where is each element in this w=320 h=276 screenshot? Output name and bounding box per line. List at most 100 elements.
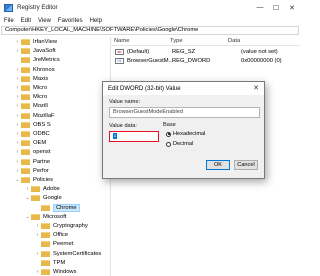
cancel-button[interactable]: Cancel	[234, 160, 258, 170]
folder-icon	[21, 94, 30, 101]
tree-item-label: Adobe	[43, 186, 60, 193]
radio-decimal[interactable]: Decimal	[166, 141, 193, 147]
value-data: 0x00000000 (0)	[241, 57, 282, 64]
tree-item-label: TPM	[53, 259, 66, 266]
chevron-down-icon[interactable]: ⌄	[15, 177, 20, 183]
folder-icon	[21, 177, 30, 183]
chevron-right-icon[interactable]: ›	[15, 122, 20, 128]
ok-button[interactable]: OK	[206, 160, 230, 170]
dialog-close-button[interactable]: ✕	[253, 84, 259, 92]
value-name-field[interactable]: BrowserGuestModeEnabled	[109, 107, 260, 118]
folder-icon	[21, 149, 30, 156]
edit-dword-dialog: Edit DWORD (32-bit) Value ✕ Value name: …	[102, 81, 265, 179]
chevron-right-icon[interactable]: ›	[25, 186, 30, 192]
tree-item-label: SystemCertificates	[53, 250, 102, 257]
tree-item-label: MozillaF	[33, 112, 55, 119]
value-data-field[interactable]: 1	[109, 131, 159, 142]
tree-item-label: Windows	[53, 269, 77, 275]
folder-icon	[41, 250, 50, 257]
chevron-right-icon[interactable]: ›	[15, 140, 20, 146]
column-header-type[interactable]: Type	[167, 37, 225, 45]
tree-item[interactable]: › Windows	[35, 267, 77, 276]
value-name: (Default)	[127, 48, 150, 55]
tree-item-label: Partne	[33, 158, 51, 165]
folder-icon	[21, 85, 30, 91]
folder-icon	[31, 195, 40, 202]
radio-hexadecimal[interactable]: Hexadecimal	[166, 131, 205, 137]
minimize-button[interactable]: —	[252, 0, 268, 15]
window-controls: — ☐ ✕	[252, 0, 300, 15]
radio-selected-icon	[166, 131, 171, 137]
tree-item-label: Cryptography	[53, 223, 88, 229]
chevron-down-icon[interactable]: ⌄	[25, 214, 30, 220]
list-row[interactable]: ab (Default) REG_SZ (value not set)	[111, 47, 278, 56]
chevron-right-icon[interactable]: ›	[15, 39, 20, 45]
chevron-right-icon[interactable]: ›	[15, 159, 20, 165]
folder-icon	[21, 66, 30, 73]
radio-decimal-label: Decimal	[173, 141, 194, 147]
tree-item-label: Maxis	[33, 75, 49, 82]
menu-file[interactable]: File	[0, 18, 17, 24]
folder-icon	[21, 75, 30, 82]
list-row[interactable]: 01 BrowserGuestM... REG_DWORD 0x00000000…	[111, 56, 282, 65]
binary-value-icon: 01	[115, 57, 124, 64]
folder-icon	[41, 269, 50, 275]
folder-icon	[21, 57, 30, 64]
chevron-right-icon[interactable]: ›	[35, 223, 40, 229]
base-group: Base Hexadecimal Decimal	[163, 122, 225, 153]
folder-icon	[21, 103, 30, 110]
folder-icon	[21, 158, 30, 165]
chevron-right-icon[interactable]: ›	[15, 76, 20, 82]
value-name: BrowserGuestM...	[127, 57, 174, 64]
menu-edit[interactable]: Edit	[17, 18, 34, 24]
column-header-name[interactable]: Name	[111, 37, 167, 45]
value-type: REG_SZ	[172, 48, 196, 55]
folder-icon	[41, 259, 50, 266]
chevron-right-icon[interactable]: ›	[15, 103, 20, 109]
registry-tree[interactable]: › IrfanView › JavaSoft JreMetrics › Khronos › Ma…	[1, 37, 110, 276]
folder-icon	[31, 186, 40, 193]
folder-icon	[21, 112, 30, 119]
tree-item-label: IrfanView	[33, 39, 58, 45]
base-label: Base	[163, 122, 176, 128]
menu-favorites[interactable]: Favorites	[54, 18, 86, 24]
chevron-down-icon[interactable]: ⌄	[25, 195, 30, 201]
folder-icon	[21, 140, 30, 147]
radio-hexadecimal-label: Hexadecimal	[173, 131, 206, 137]
folder-icon	[41, 223, 50, 229]
maximize-button[interactable]: ☐	[268, 0, 284, 15]
tree-item-label: ODBC	[33, 131, 50, 137]
chevron-right-icon[interactable]: ›	[15, 149, 20, 155]
column-header-data[interactable]: Data	[225, 37, 300, 45]
tree-item-label: Peernet	[53, 241, 74, 248]
tree-item-label: Chrome	[53, 203, 80, 212]
folder-icon	[21, 39, 30, 45]
value-data: (value not set)	[241, 48, 278, 55]
value-data-text: 1	[113, 132, 117, 139]
chevron-right-icon[interactable]: ›	[15, 113, 20, 119]
chevron-right-icon[interactable]: ›	[35, 251, 40, 257]
folder-icon	[21, 48, 30, 55]
chevron-right-icon[interactable]: ›	[35, 232, 40, 238]
tree-item-label: Micro	[33, 94, 48, 101]
menu-bar: File Edit View Favorites Help	[0, 15, 300, 26]
chevron-right-icon[interactable]: ›	[15, 131, 20, 137]
tree-item-label: Perfor	[33, 167, 49, 174]
chevron-right-icon[interactable]: ›	[15, 168, 20, 174]
chevron-right-icon[interactable]: ›	[15, 48, 20, 54]
folder-icon	[21, 121, 30, 128]
value-name-label: Value name:	[109, 99, 140, 105]
menu-view[interactable]: View	[34, 18, 54, 24]
close-button[interactable]: ✕	[284, 0, 300, 15]
chevron-right-icon[interactable]: ›	[15, 67, 20, 73]
chevron-right-icon[interactable]: ›	[35, 269, 40, 275]
title-bar: Registry Editor — ☐ ✕	[0, 0, 300, 15]
tree-item-label: JavaSoft	[33, 48, 56, 55]
menu-help[interactable]: Help	[86, 18, 105, 24]
chevron-right-icon[interactable]: ›	[15, 94, 20, 100]
address-bar[interactable]: Computer\HKEY_LOCAL_MACHINE\SOFTWARE\Pol…	[1, 26, 299, 35]
chevron-right-icon[interactable]: ›	[15, 85, 20, 91]
radio-unselected-icon	[166, 141, 171, 147]
dialog-title-bar: Edit DWORD (32-bit) Value ✕	[103, 82, 264, 95]
window-title: Registry Editor	[17, 4, 58, 11]
